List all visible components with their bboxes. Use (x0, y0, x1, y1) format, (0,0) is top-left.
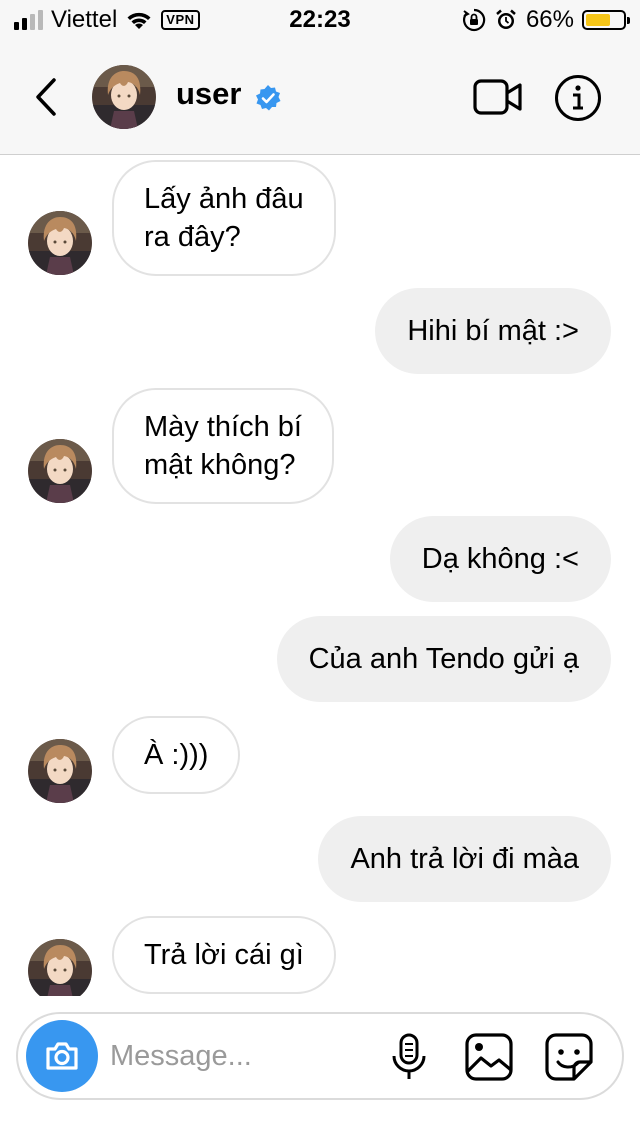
avatar[interactable] (28, 739, 92, 803)
message-line: mật không? (144, 449, 296, 481)
verified-badge-icon (256, 85, 281, 111)
incoming-message[interactable]: À :))) (112, 716, 241, 794)
message-line: Của anh Tendo gửi ạ (308, 643, 579, 675)
outgoing-message[interactable]: Anh trả lời đi màa (318, 816, 611, 902)
info-icon[interactable] (554, 74, 602, 122)
microphone-icon[interactable] (388, 1032, 430, 1082)
message-line: Hihi bí mật :> (407, 315, 579, 347)
incoming-message[interactable]: Mày thích bí mật không? (112, 388, 334, 504)
avatar[interactable] (92, 65, 156, 129)
conversation-header: user (0, 40, 640, 155)
video-call-icon[interactable] (472, 76, 524, 118)
sticker-icon[interactable] (544, 1032, 594, 1082)
avatar[interactable] (28, 439, 92, 503)
outgoing-message[interactable]: Của anh Tendo gửi ạ (276, 616, 611, 702)
message-line: Mày thích bí (144, 411, 302, 443)
status-bar: Viettel VPN 22:23 66% (0, 0, 640, 40)
avatar[interactable] (28, 939, 92, 996)
message-thread[interactable]: Lấy ảnh đâu ra đây? Hihi bí mật :> Mày t… (0, 155, 640, 996)
message-line: À :))) (144, 739, 209, 771)
back-chevron-icon[interactable] (28, 74, 68, 120)
incoming-message[interactable]: Lấy ảnh đâu ra đây? (112, 160, 336, 276)
outgoing-message[interactable]: Dạ không :< (389, 516, 611, 602)
battery-icon (582, 10, 630, 30)
incoming-message[interactable]: Trả lời cái gì (112, 916, 336, 994)
message-input[interactable] (110, 1036, 370, 1076)
gallery-icon[interactable] (464, 1032, 514, 1082)
message-line: Dạ không :< (421, 543, 579, 575)
battery-percent: 66% (525, 6, 574, 33)
avatar[interactable] (28, 211, 92, 275)
message-line: ra đây? (144, 221, 241, 253)
message-line: Trả lời cái gì (144, 939, 304, 971)
message-composer (16, 1012, 624, 1100)
camera-button[interactable] (26, 1020, 98, 1092)
message-line: Anh trả lời đi màa (350, 843, 579, 875)
camera-icon (46, 1042, 78, 1070)
message-line: Lấy ảnh đâu (144, 183, 304, 215)
outgoing-message[interactable]: Hihi bí mật :> (375, 288, 611, 374)
alarm-icon (496, 9, 516, 29)
header-username[interactable]: user (176, 76, 241, 112)
orientation-lock-icon (462, 8, 486, 32)
